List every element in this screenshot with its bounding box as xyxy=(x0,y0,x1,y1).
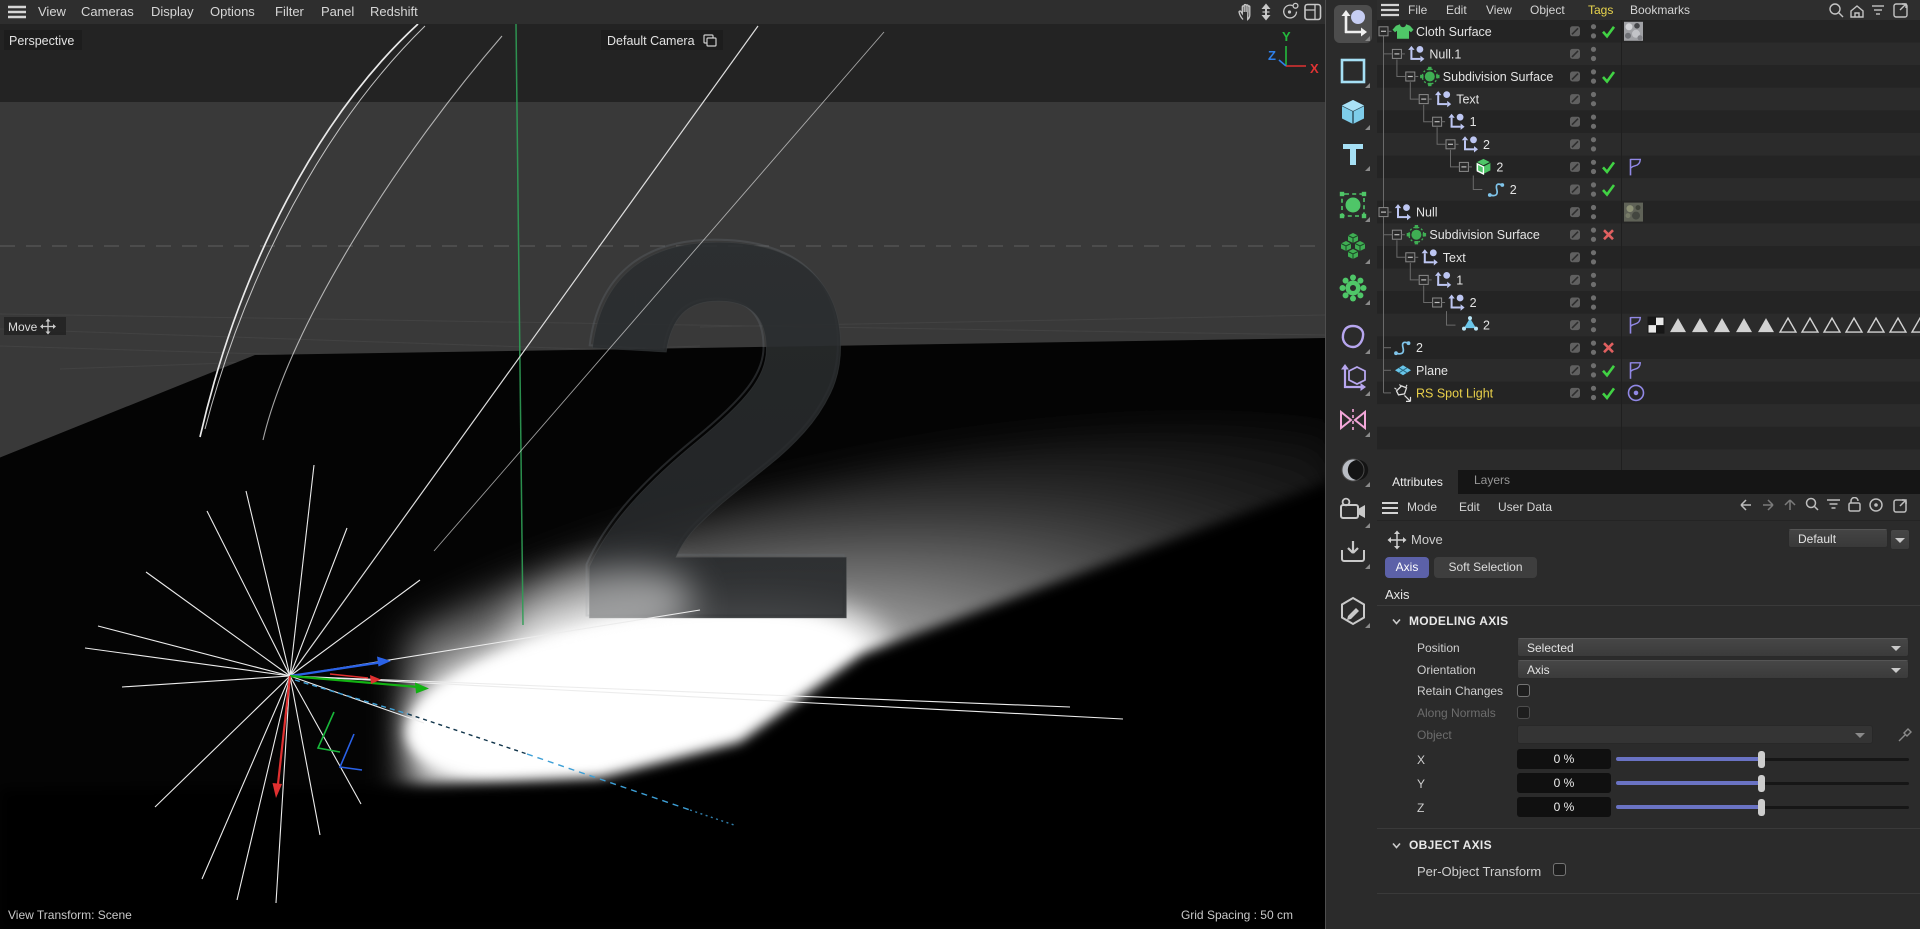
svg-text:Null: Null xyxy=(1416,206,1438,220)
svg-text:Cloth Surface: Cloth Surface xyxy=(1416,25,1492,39)
svg-text:2: 2 xyxy=(1496,160,1503,174)
svg-text:Subdivision Surface: Subdivision Surface xyxy=(1429,228,1540,242)
svg-text:Default Camera: Default Camera xyxy=(607,34,695,48)
svg-text:Null.1: Null.1 xyxy=(1429,47,1461,61)
svg-text:2: 2 xyxy=(1510,183,1517,197)
svg-text:Text: Text xyxy=(1443,251,1466,265)
svg-text:2: 2 xyxy=(1483,319,1490,333)
svg-text:Grid Spacing : 50 cm: Grid Spacing : 50 cm xyxy=(1181,908,1293,922)
svg-text:Plane: Plane xyxy=(1416,364,1448,378)
svg-text:Subdivision Surface: Subdivision Surface xyxy=(1443,70,1554,84)
svg-text:2: 2 xyxy=(1483,138,1490,152)
svg-text:Text: Text xyxy=(1456,93,1479,107)
svg-text:1: 1 xyxy=(1456,273,1463,287)
svg-text:2: 2 xyxy=(1416,341,1423,355)
svg-text:2: 2 xyxy=(1470,296,1477,310)
svg-text:Z: Z xyxy=(1268,48,1276,63)
svg-text:Perspective: Perspective xyxy=(9,34,74,48)
svg-text:Move: Move xyxy=(8,320,38,334)
svg-text:1: 1 xyxy=(1470,115,1477,129)
svg-text:RS Spot Light: RS Spot Light xyxy=(1416,386,1494,400)
svg-text:Y: Y xyxy=(1282,29,1291,44)
svg-text:View Transform: Scene: View Transform: Scene xyxy=(8,908,132,922)
svg-text:X: X xyxy=(1310,61,1319,76)
